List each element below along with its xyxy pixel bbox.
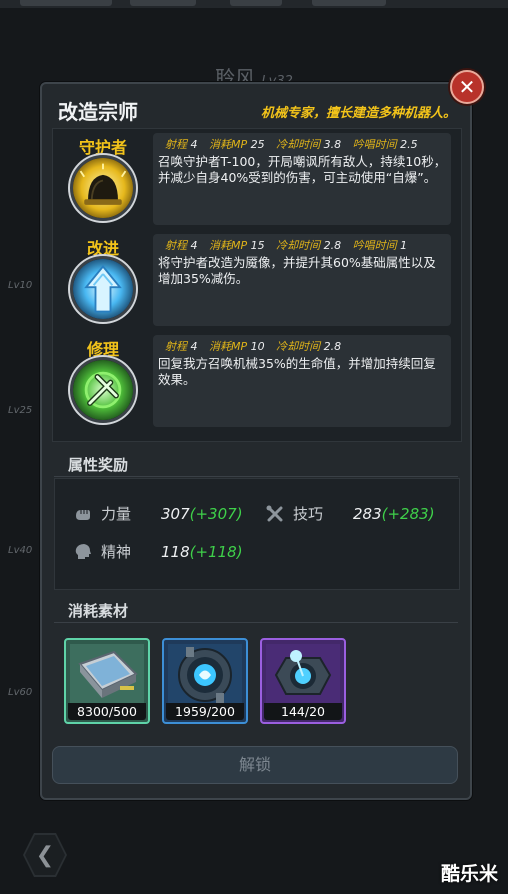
skill-info: 射程 4 消耗MP 15 冷却时间 2.8 吟唱时间 1 将守护者改造为魇像，并…: [153, 234, 451, 326]
repair-wrench-icon: [73, 360, 133, 420]
skill-dialog: 改造宗师 机械专家，擅长建造多种机器人。 ✕ 守护者 射程 4 消耗MP 25 …: [40, 70, 484, 800]
materials-panel: 8300/500 1959/200 144/20: [54, 624, 458, 738]
spirit-head-icon: [75, 543, 91, 559]
skill-info: 射程 4 消耗MP 10 冷却时间 2.8 回复我方召唤机械35%的生命值，并增…: [153, 335, 451, 427]
top-tab[interactable]: [20, 0, 112, 6]
material-count: 144/20: [264, 703, 342, 720]
material-count: 1959/200: [166, 703, 244, 720]
material-count: 8300/500: [68, 703, 146, 720]
attributes-section-title: 属性奖励: [68, 456, 129, 474]
mech-plate-icon: [70, 644, 144, 706]
top-tab[interactable]: [312, 0, 386, 6]
attributes-panel: 力量 307 (+307) 技巧 283 (+283) 精神 118 (+118): [54, 478, 460, 590]
skill-row: 守护者 射程 4 消耗MP 25 冷却时间 3.8 吟唱时间 2.5 召唤守护者…: [53, 129, 461, 229]
dialog-subtitle: 机械专家，擅长建造多种机器人。: [260, 106, 456, 121]
back-button[interactable]: ❮: [23, 833, 67, 877]
skill-icon-button[interactable]: [68, 153, 138, 223]
purple-gear-core-icon: [266, 644, 340, 706]
chevron-left-icon: ❮: [25, 835, 65, 875]
blue-gear-core-icon: [168, 644, 242, 706]
skill-description: 召唤守护者T-100，开局嘲讽所有敌人，持续10秒，并减少自身40%受到的伤害，…: [158, 154, 447, 185]
skill-icon-button[interactable]: [68, 355, 138, 425]
level-marker: Lv60: [8, 687, 33, 698]
divider: [54, 476, 458, 477]
top-tab[interactable]: [230, 0, 282, 6]
guardian-dome-icon: [73, 158, 133, 218]
watermark: 酷乐米: [440, 863, 498, 885]
level-marker: Lv10: [8, 280, 33, 291]
top-tab[interactable]: [130, 0, 196, 6]
dialog-title: 改造宗师: [58, 100, 138, 124]
upgrade-arrow-icon: [73, 259, 133, 319]
material-slot[interactable]: 1959/200: [162, 638, 248, 724]
level-marker: Lv40: [8, 545, 33, 556]
attribute-skill: 技巧 283 (+283): [265, 503, 435, 524]
skill-icon-button[interactable]: [68, 254, 138, 324]
material-slot[interactable]: 144/20: [260, 638, 346, 724]
skill-tools-icon: [266, 505, 283, 521]
skill-stats: 射程 4 消耗MP 10 冷却时间 2.8: [165, 340, 342, 353]
skill-row: 修理 射程 4 消耗MP 10 冷却时间 2.8 回复我方召唤机械35%的生命值…: [53, 331, 461, 431]
skill-stats: 射程 4 消耗MP 15 冷却时间 2.8 吟唱时间 1: [165, 239, 408, 252]
unlock-button[interactable]: 解锁: [52, 746, 458, 784]
skill-stats: 射程 4 消耗MP 25 冷却时间 3.8 吟唱时间 2.5: [165, 138, 418, 151]
attribute-strength: 力量 307 (+307): [73, 503, 243, 524]
close-button[interactable]: ✕: [450, 70, 484, 104]
skill-description: 将守护者改造为魇像，并提升其60%基础属性以及增加35%减伤。: [158, 255, 436, 286]
divider: [54, 622, 458, 623]
attribute-spirit: 精神 118 (+118): [73, 541, 243, 562]
material-slot[interactable]: 8300/500: [64, 638, 150, 724]
skills-panel: 守护者 射程 4 消耗MP 25 冷却时间 3.8 吟唱时间 2.5 召唤守护者…: [52, 128, 462, 442]
close-icon: ✕: [458, 75, 476, 99]
skill-info: 射程 4 消耗MP 25 冷却时间 3.8 吟唱时间 2.5 召唤守护者T-10…: [153, 133, 451, 225]
level-marker: Lv25: [8, 405, 33, 416]
strength-fist-icon: [76, 509, 90, 520]
materials-section-title: 消耗素材: [68, 602, 129, 620]
skill-description: 回复我方召唤机械35%的生命值，并增加持续回复效果。: [158, 356, 436, 387]
skill-row: 改进 射程 4 消耗MP 15 冷却时间 2.8 吟唱时间 1 将守护者改造为魇…: [53, 230, 461, 330]
